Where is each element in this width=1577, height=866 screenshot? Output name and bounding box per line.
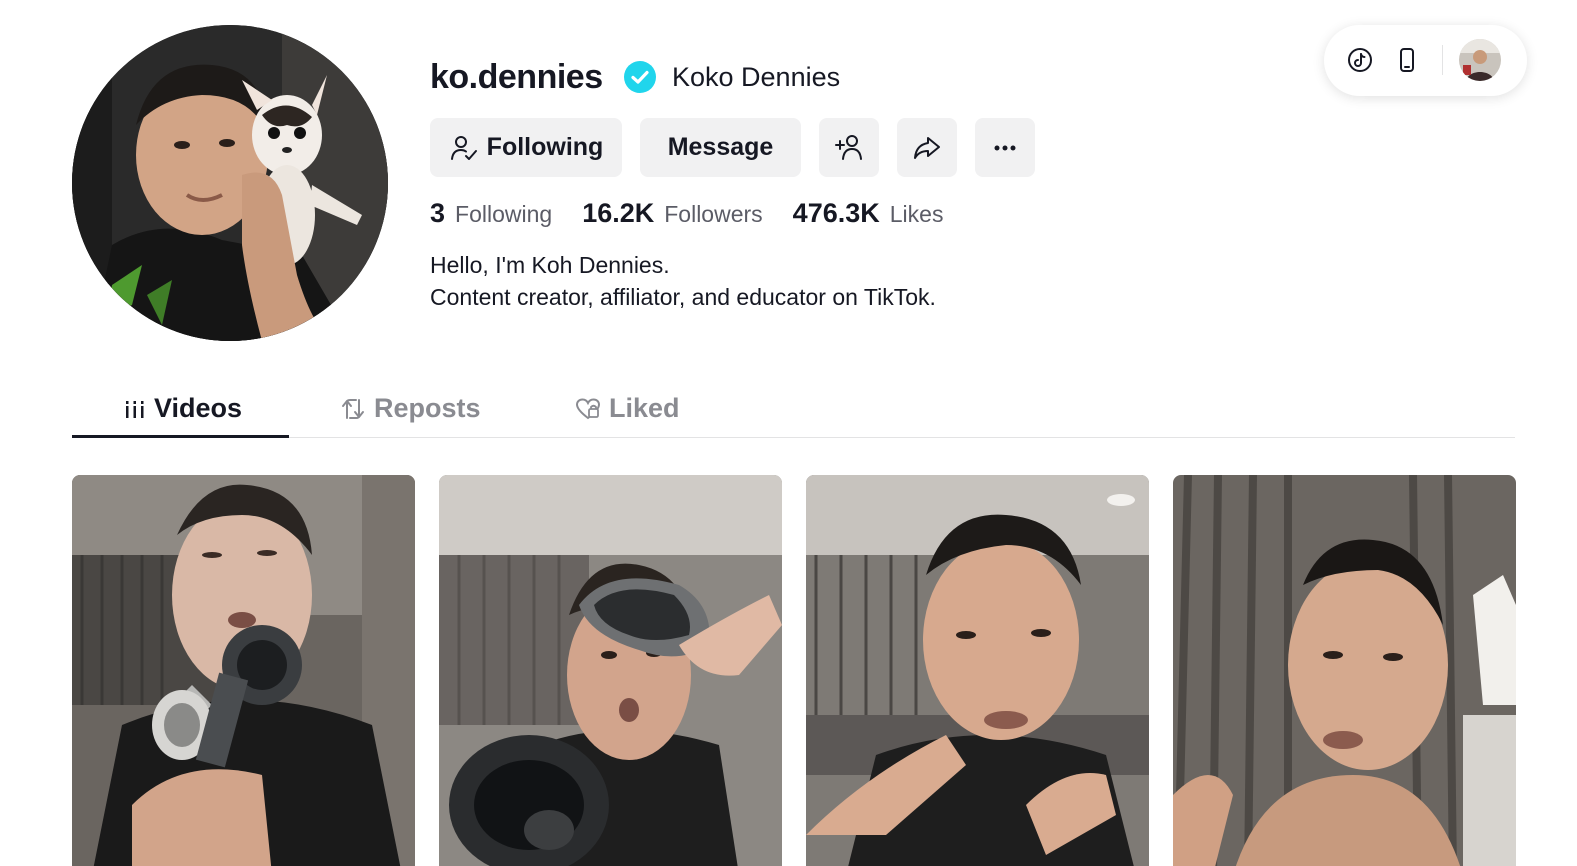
stat-likes: 476.3K Likes: [793, 196, 944, 231]
stat-label: Following: [455, 201, 553, 227]
mobile-icon[interactable]: [1394, 47, 1420, 73]
user-check-icon: [450, 135, 477, 160]
stat-value: 3: [430, 198, 446, 228]
grid-icon: [126, 400, 144, 418]
tiktok-icon[interactable]: [1347, 47, 1373, 73]
tab-videos[interactable]: Videos: [124, 380, 242, 437]
tab-label: Videos: [154, 393, 243, 423]
message-button-label: Message: [667, 133, 774, 161]
following-button-label: Following: [486, 133, 604, 161]
video-thumbnail-2[interactable]: [439, 475, 782, 866]
tab-label: Reposts: [374, 393, 481, 423]
video-thumbnail-4[interactable]: [1173, 475, 1516, 866]
divider: [1442, 45, 1443, 75]
header-actions: [1324, 25, 1527, 96]
profile-avatar: [72, 25, 388, 341]
bio-line: Content creator, affiliator, and educato…: [430, 284, 936, 310]
profile-stats: 3 Following 16.2K Followers 476.3K Likes: [430, 196, 943, 231]
tab-liked[interactable]: Liked: [575, 380, 680, 437]
heart-lock-icon: [575, 397, 601, 419]
more-button[interactable]: [975, 118, 1035, 177]
nickname: Koko Dennies: [672, 62, 841, 92]
stat-followers[interactable]: 16.2K Followers: [582, 196, 762, 231]
stat-value: 476.3K: [792, 198, 880, 228]
profile-bio: Hello, I'm Koh Dennies. Content creator,…: [430, 249, 936, 313]
stat-following[interactable]: 3 Following: [430, 196, 552, 231]
tab-label: Liked: [609, 393, 680, 423]
stat-label: Likes: [889, 201, 944, 227]
active-tab-indicator: [72, 435, 289, 438]
repost-icon: [342, 398, 364, 419]
share-button[interactable]: [897, 118, 957, 177]
username: ko.dennies: [430, 58, 603, 96]
following-button[interactable]: Following: [430, 118, 622, 177]
verified-icon: [624, 61, 656, 93]
message-button[interactable]: Message: [640, 118, 801, 177]
tab-reposts[interactable]: Reposts: [340, 380, 481, 437]
add-friend-icon: [835, 134, 862, 160]
video-thumbnail-1[interactable]: [72, 475, 415, 866]
bio-line: Hello, I'm Koh Dennies.: [430, 252, 670, 278]
share-icon: [914, 136, 940, 159]
stat-label: Followers: [664, 201, 763, 227]
profile-tabs: Videos Reposts Liked: [72, 380, 1515, 438]
video-thumbnail-3[interactable]: [806, 475, 1149, 866]
user-avatar[interactable]: [1459, 39, 1501, 81]
stat-value: 16.2K: [582, 198, 655, 228]
add-friend-button[interactable]: [819, 118, 879, 177]
more-icon: [994, 145, 1016, 150]
